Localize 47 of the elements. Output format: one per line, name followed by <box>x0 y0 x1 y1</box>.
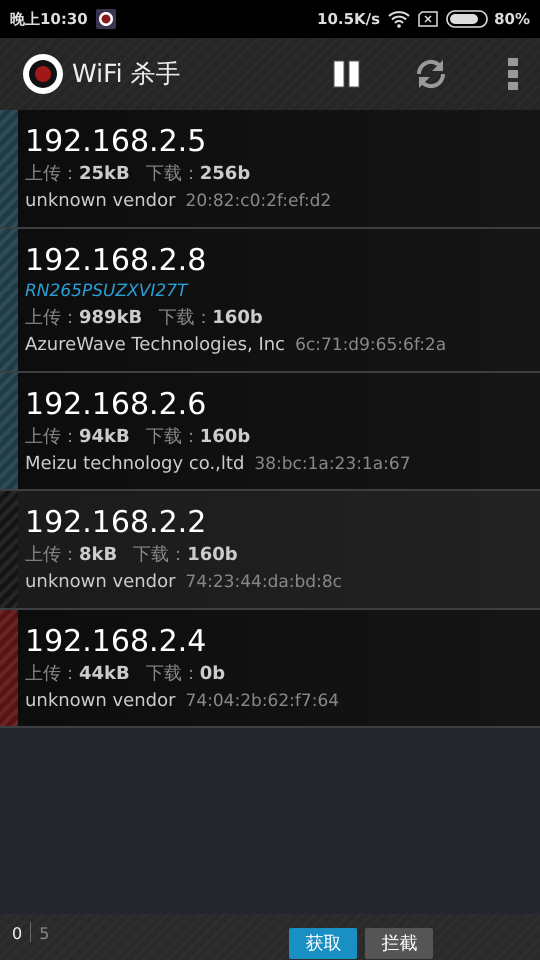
upload-stat: 上传：44kB <box>25 662 130 686</box>
upload-stat: 上传：94kB <box>25 424 130 448</box>
vendor-name: unknown vendor <box>25 570 176 594</box>
battery-icon <box>446 10 490 28</box>
vendor-name: AzureWave Technologies, Inc <box>25 333 286 357</box>
vendor-name: Meizu technology co.,ltd <box>25 452 244 476</box>
tab-button[interactable]: 拦截 <box>365 928 434 959</box>
ip-address: 192.168.2.4 <box>25 624 208 660</box>
upload-stat: 上传：25kB <box>25 162 130 186</box>
upload-stat: 上传：989kB <box>25 306 142 330</box>
total-count: 5 <box>39 923 50 945</box>
download-stat: 下载：160b <box>158 306 263 330</box>
upload-stat: 上传：8kB <box>25 543 118 567</box>
download-stat: 下载：0b <box>146 662 226 686</box>
app-status-icon <box>96 9 116 29</box>
mac-address: 6c:71:d9:65:6f:2a <box>295 334 446 357</box>
tab-button[interactable]: 获取 <box>289 928 358 959</box>
hostname: RN265PSUZXVI27T <box>25 280 190 302</box>
ip-address: 192.168.2.5 <box>25 124 208 160</box>
clock: 晚上10:30 <box>10 8 88 30</box>
ip-address: 192.168.2.8 <box>25 242 208 278</box>
vendor-name: unknown vendor <box>25 189 176 213</box>
device-row[interactable]: 192.168.2.6 上传：94kB 下载：160b Meizu technology co.,ltd 38:bc:1a:23:1a:67 <box>0 372 540 491</box>
pause-icon[interactable] <box>332 59 362 89</box>
device-row[interactable]: 192.168.2.5 上传：25kB 下载：256b unknown vendor 20:82:c0:2f:ef:d2 <box>0 110 540 228</box>
wifi-icon <box>388 10 410 28</box>
mac-address: 20:82:c0:2f:ef:d2 <box>186 190 332 213</box>
device-row[interactable]: 192.168.2.2 上传：8kB 下载：160b unknown vendor 74:23:44:da:bd:8c <box>0 491 540 610</box>
vendor-name: unknown vendor <box>25 688 176 712</box>
ip-address: 192.168.2.2 <box>25 505 208 541</box>
battery-percent: 80% <box>494 8 530 30</box>
device-row[interactable]: 192.168.2.8 RN265PSUZXVI27T 上传：989kB 下载：160b AzureWave Technologies, Inc 6c:71:d9:65:6f:2a <box>0 228 540 372</box>
network-speed: 10.5K/s <box>317 8 380 30</box>
selected-count: 0 <box>12 923 22 945</box>
mac-address: 38:bc:1a:23:1a:67 <box>254 452 411 476</box>
download-stat: 下载：160b <box>133 543 238 567</box>
overflow-menu-icon[interactable] <box>508 58 518 90</box>
app-logo-icon <box>22 53 64 95</box>
ip-address: 192.168.2.6 <box>25 386 208 422</box>
mac-address: 74:04:2b:62:f7:64 <box>186 690 340 712</box>
app-title: WiFi 杀手 <box>72 58 181 90</box>
no-sim-icon <box>418 11 438 27</box>
download-stat: 下载：160b <box>146 424 250 448</box>
device-row[interactable]: 192.168.2.4 上传：44kB 下载：0b unknown vendor 74:04:2b:62:f7:64 <box>0 610 540 728</box>
download-stat: 下载：256b <box>146 162 250 186</box>
refresh-icon[interactable] <box>414 57 448 91</box>
mac-address: 74:23:44:da:bd:8c <box>186 571 342 594</box>
